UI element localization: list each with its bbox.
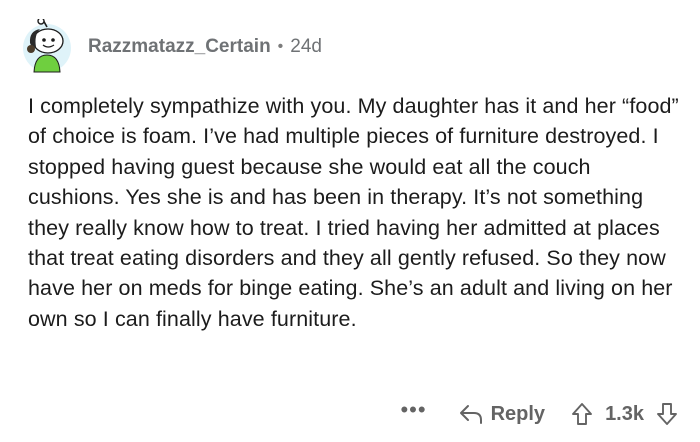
more-options-button[interactable]: ••• <box>400 399 426 421</box>
comment-header: Razzmatazz_Certain • 24d <box>20 14 322 78</box>
comment-age: 24d <box>290 36 322 57</box>
reply-button[interactable]: Reply <box>459 403 545 426</box>
comment-body: I completely sympathize with you. My dau… <box>28 94 679 331</box>
vote-score: 1.3k <box>605 402 644 425</box>
downvote-arrow-icon[interactable] <box>656 402 678 426</box>
comment-meta: Razzmatazz_Certain • 24d <box>88 36 322 58</box>
username[interactable]: Razzmatazz_Certain <box>88 36 271 58</box>
upvote-arrow-icon[interactable] <box>571 402 593 426</box>
meta-separator: • <box>277 38 284 55</box>
reply-arrow-icon <box>459 405 482 424</box>
user-avatar[interactable] <box>20 19 74 73</box>
reply-label: Reply <box>490 402 546 425</box>
comment-actions: ••• Reply 1.3k <box>400 396 678 432</box>
